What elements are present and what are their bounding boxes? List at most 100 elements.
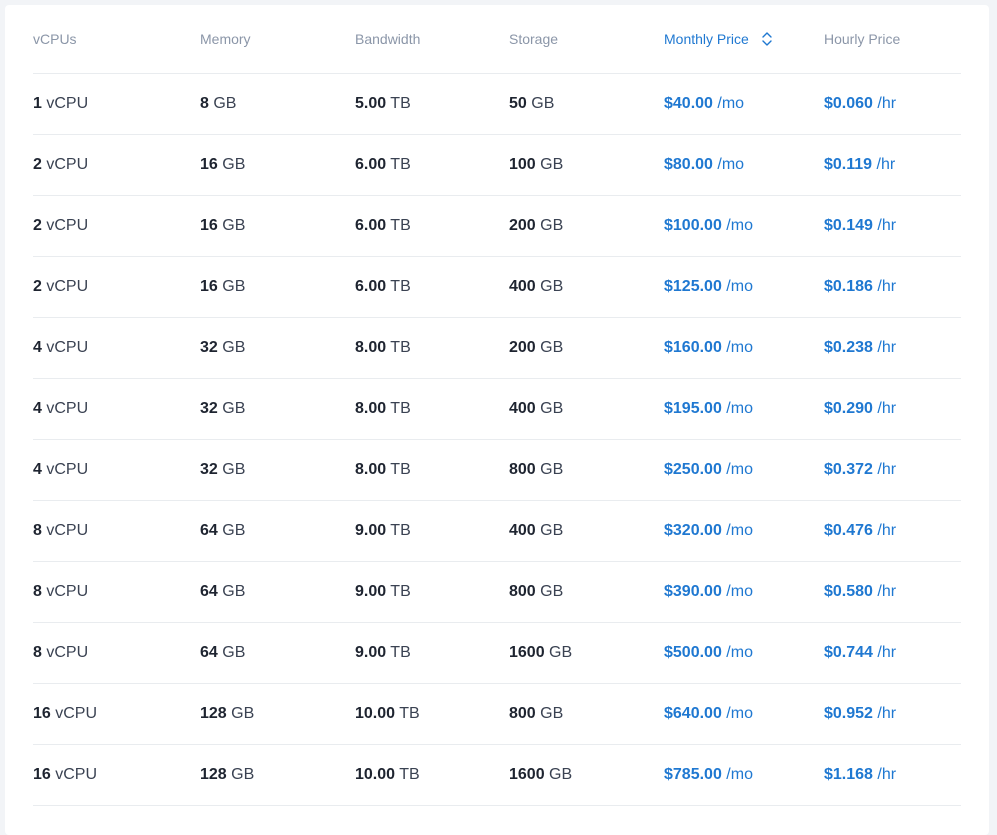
cell-bandwidth: 6.00 TB: [355, 278, 509, 296]
cell-storage-value: 200: [509, 217, 536, 234]
cell-hourly-price: $0.744 /hr: [824, 644, 961, 662]
cell-monthly-price-unit: /mo: [726, 522, 753, 539]
cell-vcpus: 8 vCPU: [33, 644, 200, 662]
table-row[interactable]: 4 vCPU 32 GB 8.00 TB 400 GB $195.00 /mo $0.29…: [33, 379, 961, 440]
cell-monthly-price-unit: /mo: [726, 644, 753, 661]
cell-bandwidth-unit: TB: [390, 95, 411, 112]
cell-storage: 50 GB: [509, 95, 664, 113]
cell-bandwidth-unit: TB: [390, 461, 411, 478]
cell-monthly-price: $500.00 /mo: [664, 644, 824, 662]
cell-storage-value: 800: [509, 705, 536, 722]
cell-bandwidth-unit: TB: [399, 766, 420, 783]
cell-monthly-price-unit: /mo: [726, 583, 753, 600]
cell-monthly-price-unit: /mo: [726, 339, 753, 356]
cell-monthly-price: $390.00 /mo: [664, 583, 824, 601]
cell-storage-value: 400: [509, 400, 536, 417]
cell-monthly-price-value: $390.00: [664, 583, 722, 600]
table-row[interactable]: 8 vCPU 64 GB 9.00 TB 1600 GB $500.00 /mo $0.7…: [33, 623, 961, 684]
cell-vcpus-unit: vCPU: [46, 156, 89, 173]
table-row[interactable]: 2 vCPU 16 GB 6.00 TB 100 GB $80.00 /mo $0.119…: [33, 135, 961, 196]
header-memory[interactable]: Memory: [200, 31, 355, 47]
header-storage[interactable]: Storage: [509, 31, 664, 47]
cell-monthly-price-value: $500.00: [664, 644, 722, 661]
cell-monthly-price-value: $320.00: [664, 522, 722, 539]
pricing-card: vCPUs Memory Bandwidth Storage Monthly P…: [5, 5, 989, 835]
table-row[interactable]: 2 vCPU 16 GB 6.00 TB 400 GB $125.00 /mo $0.18…: [33, 257, 961, 318]
cell-storage-unit: GB: [549, 644, 573, 661]
cell-bandwidth: 6.00 TB: [355, 156, 509, 174]
cell-hourly-price-unit: /hr: [877, 522, 897, 539]
cell-monthly-price-value: $785.00: [664, 766, 722, 783]
cell-memory-value: 16: [200, 278, 218, 295]
cell-hourly-price-unit: /hr: [877, 400, 897, 417]
cell-bandwidth: 9.00 TB: [355, 522, 509, 540]
sort-icon[interactable]: [761, 32, 773, 46]
cell-vcpus-unit: vCPU: [46, 644, 89, 661]
cell-hourly-price-unit: /hr: [877, 95, 897, 112]
header-vcpus[interactable]: vCPUs: [33, 31, 200, 47]
cell-monthly-price-unit: /mo: [726, 461, 753, 478]
cell-storage-unit: GB: [540, 278, 564, 295]
cell-memory: 16 GB: [200, 278, 355, 296]
cell-bandwidth: 8.00 TB: [355, 400, 509, 418]
cell-vcpus-unit: vCPU: [46, 95, 89, 112]
cell-vcpus: 8 vCPU: [33, 522, 200, 540]
cell-vcpus: 16 vCPU: [33, 766, 200, 784]
cell-memory-unit: GB: [222, 278, 246, 295]
cell-hourly-price-value: $0.372: [824, 461, 873, 478]
cell-vcpus-unit: vCPU: [55, 766, 98, 783]
cell-memory-unit: GB: [213, 95, 237, 112]
cell-vcpus-value: 8: [33, 583, 42, 600]
cell-storage-value: 200: [509, 339, 536, 356]
cell-memory-unit: GB: [222, 339, 246, 356]
cell-bandwidth-value: 8.00: [355, 339, 387, 356]
cell-hourly-price: $0.186 /hr: [824, 278, 961, 296]
cell-memory: 8 GB: [200, 95, 355, 113]
cell-vcpus: 4 vCPU: [33, 400, 200, 418]
cell-hourly-price-value: $0.580: [824, 583, 873, 600]
table-row[interactable]: 2 vCPU 16 GB 6.00 TB 200 GB $100.00 /mo $0.14…: [33, 196, 961, 257]
cell-hourly-price: $0.119 /hr: [824, 156, 961, 174]
cell-hourly-price: $0.476 /hr: [824, 522, 961, 540]
cell-storage-value: 50: [509, 95, 527, 112]
cell-storage-unit: GB: [540, 522, 564, 539]
cell-monthly-price: $40.00 /mo: [664, 95, 824, 113]
cell-monthly-price-value: $125.00: [664, 278, 722, 295]
cell-monthly-price-unit: /mo: [717, 156, 745, 173]
cell-hourly-price-unit: /hr: [877, 461, 897, 478]
cell-memory-unit: GB: [231, 705, 255, 722]
header-monthly-price[interactable]: Monthly Price: [664, 31, 824, 47]
table-row[interactable]: 8 vCPU 64 GB 9.00 TB 400 GB $320.00 /mo $0.47…: [33, 501, 961, 562]
cell-storage-unit: GB: [549, 766, 573, 783]
header-hourly-price[interactable]: Hourly Price: [824, 31, 961, 47]
cell-vcpus-unit: vCPU: [55, 705, 98, 722]
cell-vcpus-value: 8: [33, 522, 42, 539]
cell-bandwidth-value: 6.00: [355, 217, 387, 234]
table-row[interactable]: 16 vCPU 128 GB 10.00 TB 1600 GB $785.00 /mo $…: [33, 745, 961, 806]
cell-storage-unit: GB: [540, 339, 564, 356]
cell-hourly-price: $0.060 /hr: [824, 95, 961, 113]
cell-memory: 16 GB: [200, 156, 355, 174]
table-row[interactable]: 1 vCPU 8 GB 5.00 TB 50 GB $40.00 /mo $0.060 /…: [33, 74, 961, 135]
cell-memory-unit: GB: [222, 400, 246, 417]
table-row[interactable]: 16 vCPU 128 GB 10.00 TB 800 GB $640.00 /mo $0…: [33, 684, 961, 745]
cell-memory-unit: GB: [222, 522, 246, 539]
cell-memory: 128 GB: [200, 766, 355, 784]
cell-vcpus-unit: vCPU: [46, 461, 89, 478]
table-row[interactable]: 4 vCPU 32 GB 8.00 TB 800 GB $250.00 /mo $0.37…: [33, 440, 961, 501]
cell-hourly-price-value: $0.952: [824, 705, 873, 722]
cell-bandwidth-value: 6.00: [355, 278, 387, 295]
cell-monthly-price: $160.00 /mo: [664, 339, 824, 357]
header-bandwidth[interactable]: Bandwidth: [355, 31, 509, 47]
cell-memory-value: 8: [200, 95, 209, 112]
cell-vcpus: 4 vCPU: [33, 461, 200, 479]
cell-hourly-price-value: $0.744: [824, 644, 873, 661]
cell-hourly-price: $0.372 /hr: [824, 461, 961, 479]
cell-vcpus-value: 2: [33, 217, 42, 234]
table-row[interactable]: 4 vCPU 32 GB 8.00 TB 200 GB $160.00 /mo $0.23…: [33, 318, 961, 379]
pricing-table: vCPUs Memory Bandwidth Storage Monthly P…: [33, 5, 961, 806]
table-row[interactable]: 8 vCPU 64 GB 9.00 TB 800 GB $390.00 /mo $0.58…: [33, 562, 961, 623]
cell-vcpus: 2 vCPU: [33, 278, 200, 296]
cell-bandwidth: 10.00 TB: [355, 766, 509, 784]
cell-memory-value: 64: [200, 644, 218, 661]
